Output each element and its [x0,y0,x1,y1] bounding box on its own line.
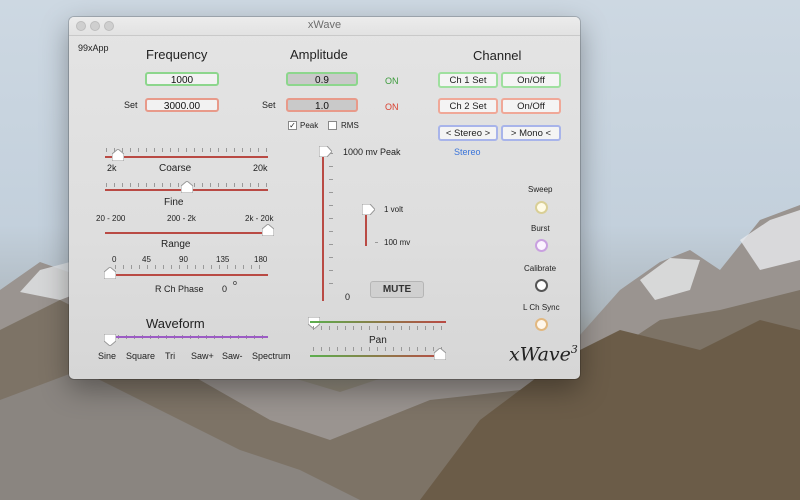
coarse-slider-track[interactable] [105,156,268,158]
waveform-option-square[interactable]: Square [126,351,155,361]
fine-slider-thumb[interactable] [180,181,193,193]
window-title: xWave [307,19,342,31]
volt-label: 1 volt [384,205,404,214]
waveform-option-spectrum[interactable]: Spectrum [252,351,291,361]
range-option-1[interactable]: 20 - 200 [96,214,125,223]
peak-checkbox[interactable]: ✓ [288,121,297,130]
coarse-ticks [106,148,267,152]
mode-status: Stereo [454,147,481,157]
frequency-value-field[interactable]: 1000 [145,72,219,86]
pan-right-track[interactable] [310,355,446,357]
phase-tick-90: 90 [179,255,188,264]
waveform-slider-thumb[interactable] [104,334,116,346]
burst-toggle[interactable] [535,239,548,252]
ch2-set-button[interactable]: Ch 2 Set [438,98,498,114]
amplitude-on-indicator-2: ON [385,102,399,112]
app-window: xWave 99xApp Frequency 1000 Set 3000.00 … [69,17,580,379]
lsync-label: L Ch Sync [523,303,560,312]
lsync-toggle[interactable] [535,318,548,331]
range-slider-thumb[interactable] [262,224,274,236]
xwave-logo: xWave3 [509,343,578,365]
phase-degree-symbol: o [233,280,237,287]
logo-text: xWave [509,343,571,366]
amplitude-value-field[interactable]: 0.9 [286,72,358,86]
sweep-toggle[interactable] [535,201,548,214]
pan-label: Pan [369,335,387,346]
range-slider-track[interactable] [105,232,268,234]
ch1-toggle-button[interactable]: On/Off [501,72,561,88]
mv-label: 100 mv [384,238,411,247]
waveform-option-saw-plus[interactable]: Saw+ [191,351,214,361]
rms-checkbox-label: RMS [341,121,359,130]
mute-button[interactable]: MUTE [370,281,424,298]
amplitude-bottom-label: 0 [345,292,351,302]
stereo-button[interactable]: < Stereo > [438,125,498,141]
calibrate-toggle[interactable] [535,279,548,292]
ch1-set-button[interactable]: Ch 1 Set [438,72,498,88]
waveform-option-tri[interactable]: Tri [165,351,175,361]
logo-version: 3 [570,343,578,356]
calibrate-label: Calibrate [524,264,557,273]
amplitude-set-field[interactable]: 1.0 [286,98,358,112]
phase-tick-45: 45 [142,255,151,264]
amplitude-set-label: Set [262,100,276,110]
amplitude-vertical-track[interactable] [322,151,324,301]
title-bar[interactable]: xWave [69,17,580,36]
coarse-slider-thumb[interactable] [112,149,125,161]
fine-label: Fine [164,197,184,208]
pan-left-track[interactable] [310,321,446,323]
pan-right-ticks [313,347,445,351]
sweep-label: Sweep [528,185,553,194]
phase-value: 0 [222,284,228,294]
phase-slider-track[interactable] [105,274,268,276]
volt-range-thumb[interactable] [362,204,375,215]
amplitude-vertical-thumb[interactable] [319,146,332,157]
peak-check-mark: ✓ [289,121,296,130]
frequency-heading: Frequency [146,47,208,62]
waveform-option-saw-minus[interactable]: Saw- [222,351,243,361]
burst-label: Burst [531,224,550,233]
coarse-label: Coarse [159,163,192,174]
range-label: Range [161,239,191,250]
phase-tick-0: 0 [112,255,117,264]
pan-left-ticks [313,326,445,330]
coarse-min-label: 2k [107,163,117,173]
amplitude-top-label: 1000 mv Peak [343,147,401,157]
waveform-heading: Waveform [146,316,205,331]
phase-tick-180: 180 [254,255,268,264]
brand-tag: 99xApp [78,43,109,53]
pan-right-thumb[interactable] [434,348,446,360]
mv-tick [375,242,378,243]
amplitude-vertical-ticks [329,153,333,293]
phase-label: R Ch Phase [155,284,204,294]
phase-slider-thumb[interactable] [104,267,116,279]
rms-checkbox[interactable] [328,121,337,130]
range-option-3[interactable]: 2k - 20k [245,214,273,223]
range-option-2[interactable]: 200 - 2k [167,214,196,223]
coarse-max-label: 20k [253,163,268,173]
peak-checkbox-label: Peak [300,121,319,130]
channel-heading: Channel [473,48,522,63]
amplitude-heading: Amplitude [290,47,348,62]
ch2-toggle-button[interactable]: On/Off [501,98,561,114]
frequency-set-field[interactable]: 3000.00 [145,98,219,112]
waveform-slider-track[interactable] [105,336,268,338]
waveform-option-sine[interactable]: Sine [98,351,116,361]
frequency-set-label: Set [124,100,138,110]
phase-tick-135: 135 [216,255,230,264]
mono-button[interactable]: > Mono < [501,125,561,141]
phase-ticks [115,265,263,269]
amplitude-on-indicator-1: ON [385,76,399,86]
